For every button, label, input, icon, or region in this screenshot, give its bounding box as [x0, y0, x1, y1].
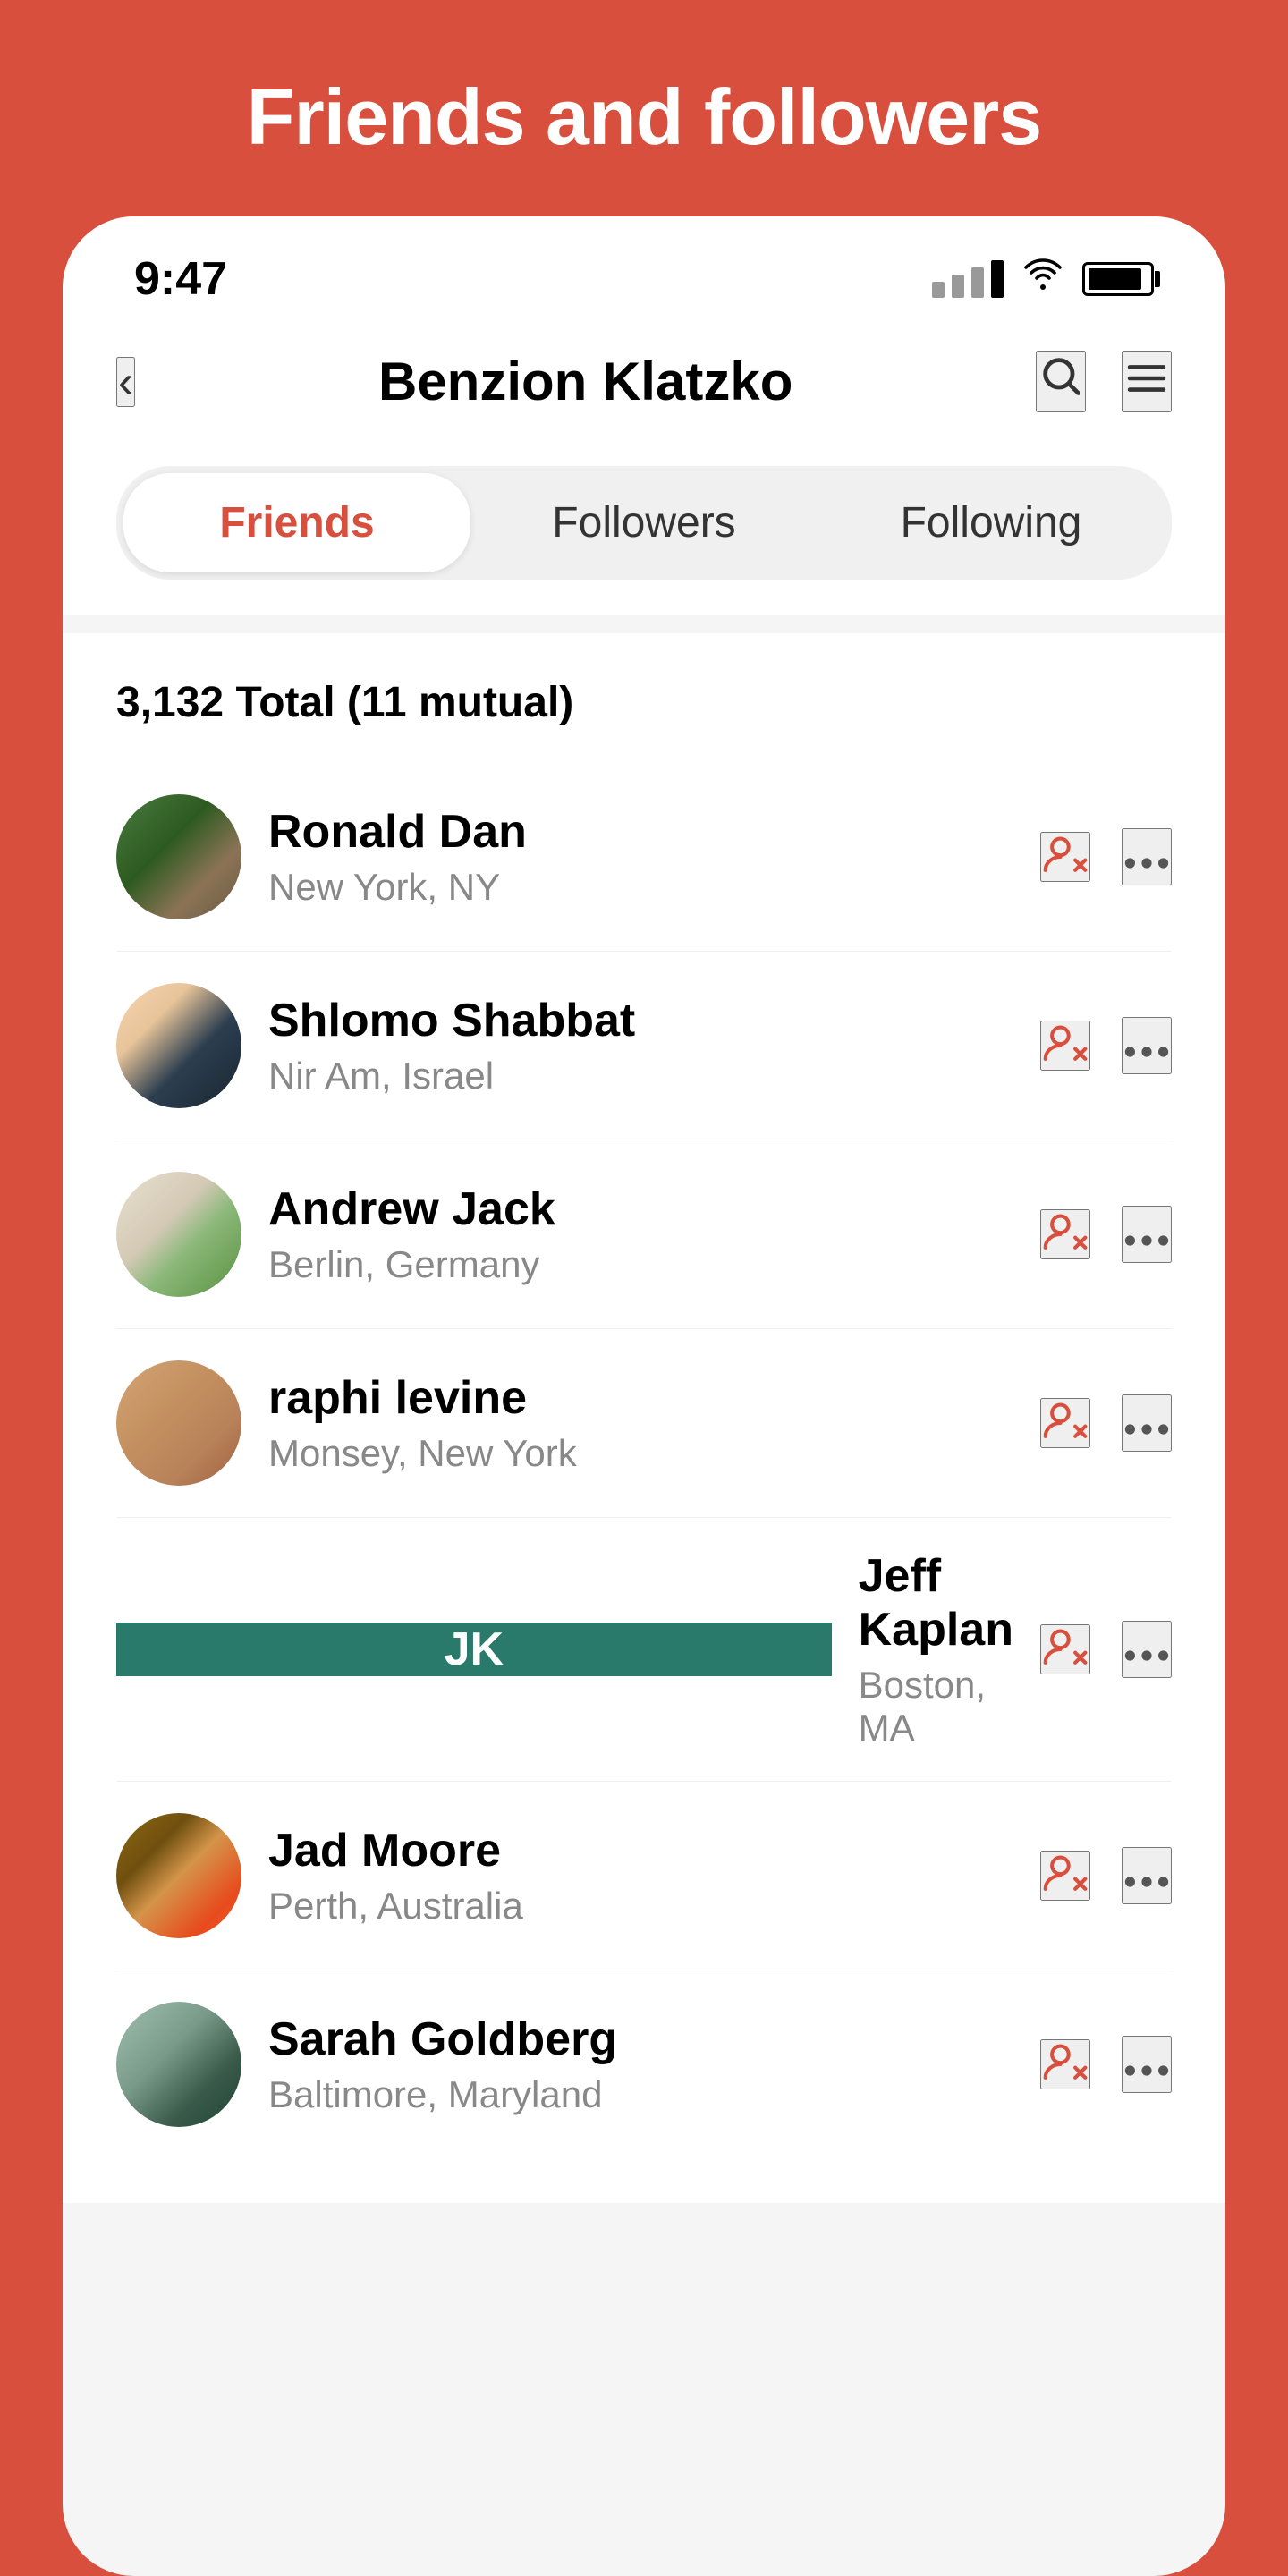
avatar: [116, 2002, 242, 2127]
tabs-container: Friends Followers Following: [63, 448, 1225, 615]
tab-friends[interactable]: Friends: [123, 473, 470, 572]
friend-name: Sarah Goldberg: [268, 2012, 1013, 2066]
more-options-button[interactable]: [1122, 2036, 1172, 2093]
status-time: 9:47: [134, 252, 227, 306]
friend-info: raphi levine Monsey, New York: [268, 1371, 1013, 1475]
friend-location: Baltimore, Maryland: [268, 2073, 1013, 2116]
list-item: Shlomo Shabbat Nir Am, Israel: [116, 952, 1172, 1140]
more-options-button[interactable]: [1122, 1847, 1172, 1904]
list-item: JK Jeff Kaplan Boston, MA: [116, 1518, 1172, 1782]
page-header: Friends and followers: [0, 0, 1288, 216]
avatar: [116, 1360, 242, 1486]
more-options-button[interactable]: [1122, 1206, 1172, 1263]
tab-followers[interactable]: Followers: [470, 473, 818, 572]
wifi-icon: [1021, 255, 1064, 304]
friend-info: Andrew Jack Berlin, Germany: [268, 1182, 1013, 1286]
more-options-button[interactable]: [1122, 1621, 1172, 1678]
search-button[interactable]: [1036, 351, 1086, 412]
page-title: Friends and followers: [36, 72, 1252, 163]
friend-location: New York, NY: [268, 866, 1013, 909]
friend-actions: [1040, 2036, 1172, 2093]
avatar: JK: [116, 1623, 832, 1676]
back-button[interactable]: ‹: [116, 357, 135, 407]
more-options-button[interactable]: [1122, 1394, 1172, 1452]
remove-friend-button[interactable]: [1040, 1851, 1090, 1901]
friend-location: Perth, Australia: [268, 1885, 1013, 1928]
friend-info: Sarah Goldberg Baltimore, Maryland: [268, 2012, 1013, 2116]
remove-friend-button[interactable]: [1040, 1209, 1090, 1259]
avatar: [116, 1172, 242, 1297]
friend-actions: [1040, 1017, 1172, 1074]
avatar: [116, 983, 242, 1108]
list-item: raphi levine Monsey, New York: [116, 1329, 1172, 1518]
friend-name: Shlomo Shabbat: [268, 994, 1013, 1047]
friend-actions: [1040, 1621, 1172, 1678]
menu-button[interactable]: [1122, 351, 1172, 412]
content-area: 3,132 Total (11 mutual) Ronald Dan New Y…: [63, 633, 1225, 2203]
app-bar-title: Benzion Klatzko: [162, 351, 1009, 412]
more-options-button[interactable]: [1122, 828, 1172, 886]
avatar: [116, 1813, 242, 1938]
friend-actions: [1040, 1206, 1172, 1263]
app-bar-actions: [1036, 351, 1172, 412]
friend-info: Shlomo Shabbat Nir Am, Israel: [268, 994, 1013, 1097]
status-bar: 9:47: [63, 216, 1225, 324]
friend-name: Jeff Kaplan: [859, 1549, 1013, 1657]
remove-friend-button[interactable]: [1040, 1398, 1090, 1448]
phone-container: 9:47 ‹ Benzion Klatzko: [63, 216, 1225, 2576]
friend-actions: [1040, 1847, 1172, 1904]
total-count: 3,132 Total (11 mutual): [116, 678, 1172, 727]
remove-friend-button[interactable]: [1040, 1021, 1090, 1071]
tab-following[interactable]: Following: [818, 473, 1165, 572]
friend-location: Berlin, Germany: [268, 1243, 1013, 1286]
app-bar: ‹ Benzion Klatzko: [63, 324, 1225, 448]
list-item: Ronald Dan New York, NY: [116, 763, 1172, 952]
remove-friend-button[interactable]: [1040, 2039, 1090, 2089]
battery-icon: [1082, 262, 1154, 296]
friend-info: Jad Moore Perth, Australia: [268, 1824, 1013, 1928]
list-item: Andrew Jack Berlin, Germany: [116, 1140, 1172, 1329]
avatar: [116, 794, 242, 919]
tabs: Friends Followers Following: [116, 466, 1172, 580]
friend-actions: [1040, 828, 1172, 886]
friend-name: raphi levine: [268, 1371, 1013, 1425]
friend-name: Andrew Jack: [268, 1182, 1013, 1236]
friends-list: Ronald Dan New York, NY: [116, 763, 1172, 2158]
list-item: Sarah Goldberg Baltimore, Maryland: [116, 1970, 1172, 2158]
friend-location: Monsey, New York: [268, 1432, 1013, 1475]
status-icons: [932, 255, 1154, 304]
list-item: Jad Moore Perth, Australia: [116, 1782, 1172, 1970]
friend-info: Ronald Dan New York, NY: [268, 805, 1013, 909]
friend-location: Nir Am, Israel: [268, 1055, 1013, 1097]
friend-name: Jad Moore: [268, 1824, 1013, 1877]
more-options-button[interactable]: [1122, 1017, 1172, 1074]
friend-info: Jeff Kaplan Boston, MA: [859, 1549, 1013, 1750]
remove-friend-button[interactable]: [1040, 832, 1090, 882]
friend-name: Ronald Dan: [268, 805, 1013, 859]
signal-icon: [932, 260, 1004, 298]
remove-friend-button[interactable]: [1040, 1624, 1090, 1674]
friend-actions: [1040, 1394, 1172, 1452]
friend-location: Boston, MA: [859, 1664, 1013, 1750]
